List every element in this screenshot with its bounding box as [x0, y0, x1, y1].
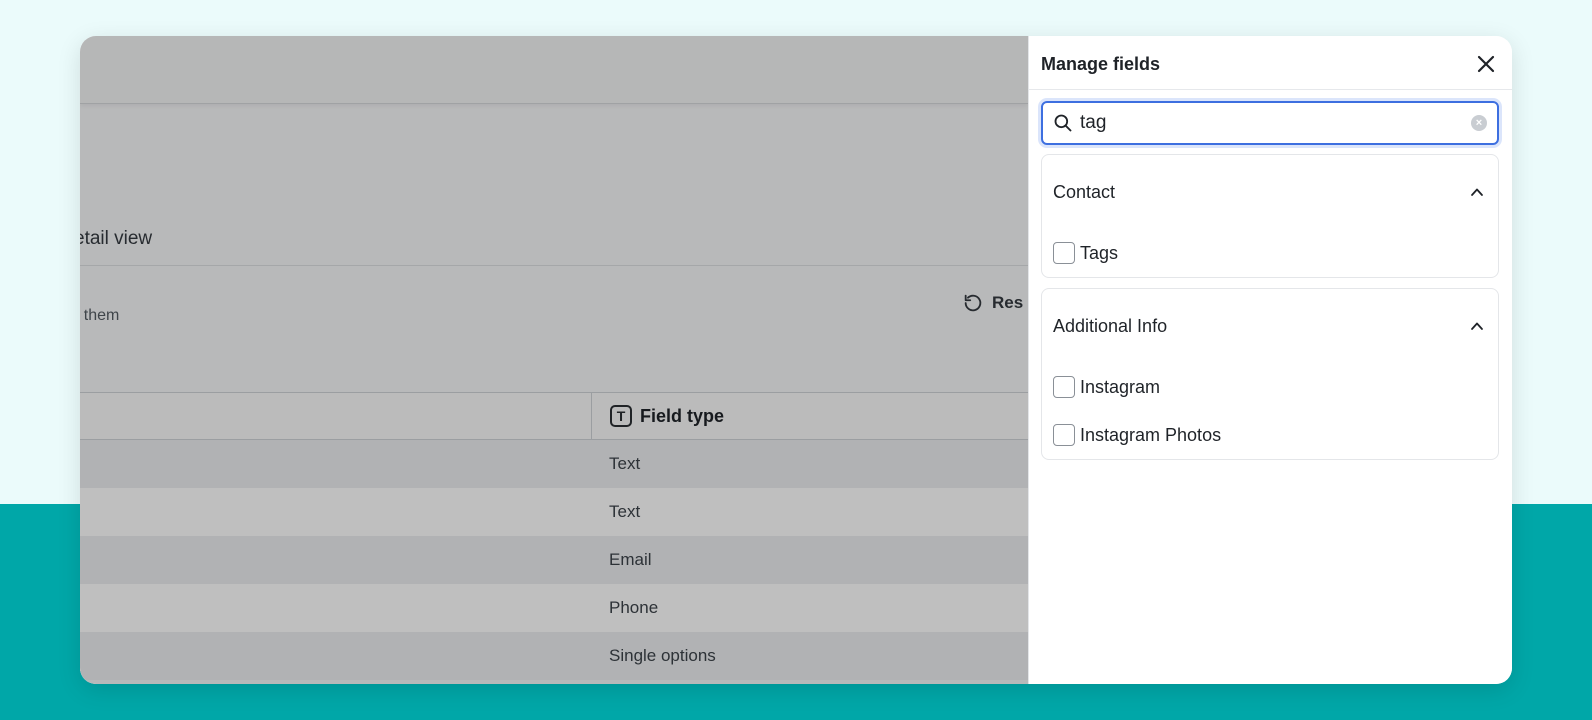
group-title: Contact [1053, 182, 1116, 202]
manage-fields-panel: Manage fields × Contact Ta [1028, 36, 1512, 684]
option-label: Instagram [1080, 376, 1161, 397]
field-option-instagram[interactable]: Instagram [1042, 363, 1498, 411]
panel-header: Manage fields [1029, 36, 1512, 90]
chevron-up-icon [1471, 322, 1483, 330]
field-option-instagram-photos[interactable]: Instagram Photos [1042, 411, 1498, 459]
field-group-additional-info: Additional Info Instagram Instagram Phot… [1041, 288, 1499, 460]
search-field[interactable]: × [1041, 101, 1499, 145]
clear-search-icon[interactable]: × [1471, 115, 1487, 131]
checkbox[interactable] [1053, 424, 1075, 446]
modal-overlay[interactable] [80, 36, 1028, 684]
field-group-contact: Contact Tags [1041, 154, 1499, 278]
checkbox[interactable] [1053, 242, 1075, 264]
background-app: etail view · them Res T Field type Text … [80, 36, 1028, 684]
app-window: etail view · them Res T Field type Text … [80, 36, 1512, 684]
checkbox[interactable] [1053, 376, 1075, 398]
close-icon[interactable] [1474, 52, 1498, 76]
group-header-contact[interactable]: Contact [1042, 155, 1498, 229]
option-label: Tags [1080, 242, 1119, 263]
field-option-tags[interactable]: Tags [1042, 229, 1498, 277]
chevron-up-icon [1471, 188, 1483, 196]
search-input[interactable] [1080, 112, 1460, 134]
group-title: Additional Info [1053, 316, 1168, 336]
panel-title: Manage fields [1041, 54, 1161, 74]
option-label: Instagram Photos [1080, 424, 1222, 445]
group-header-additional-info[interactable]: Additional Info [1042, 289, 1498, 363]
search-icon [1054, 114, 1072, 132]
